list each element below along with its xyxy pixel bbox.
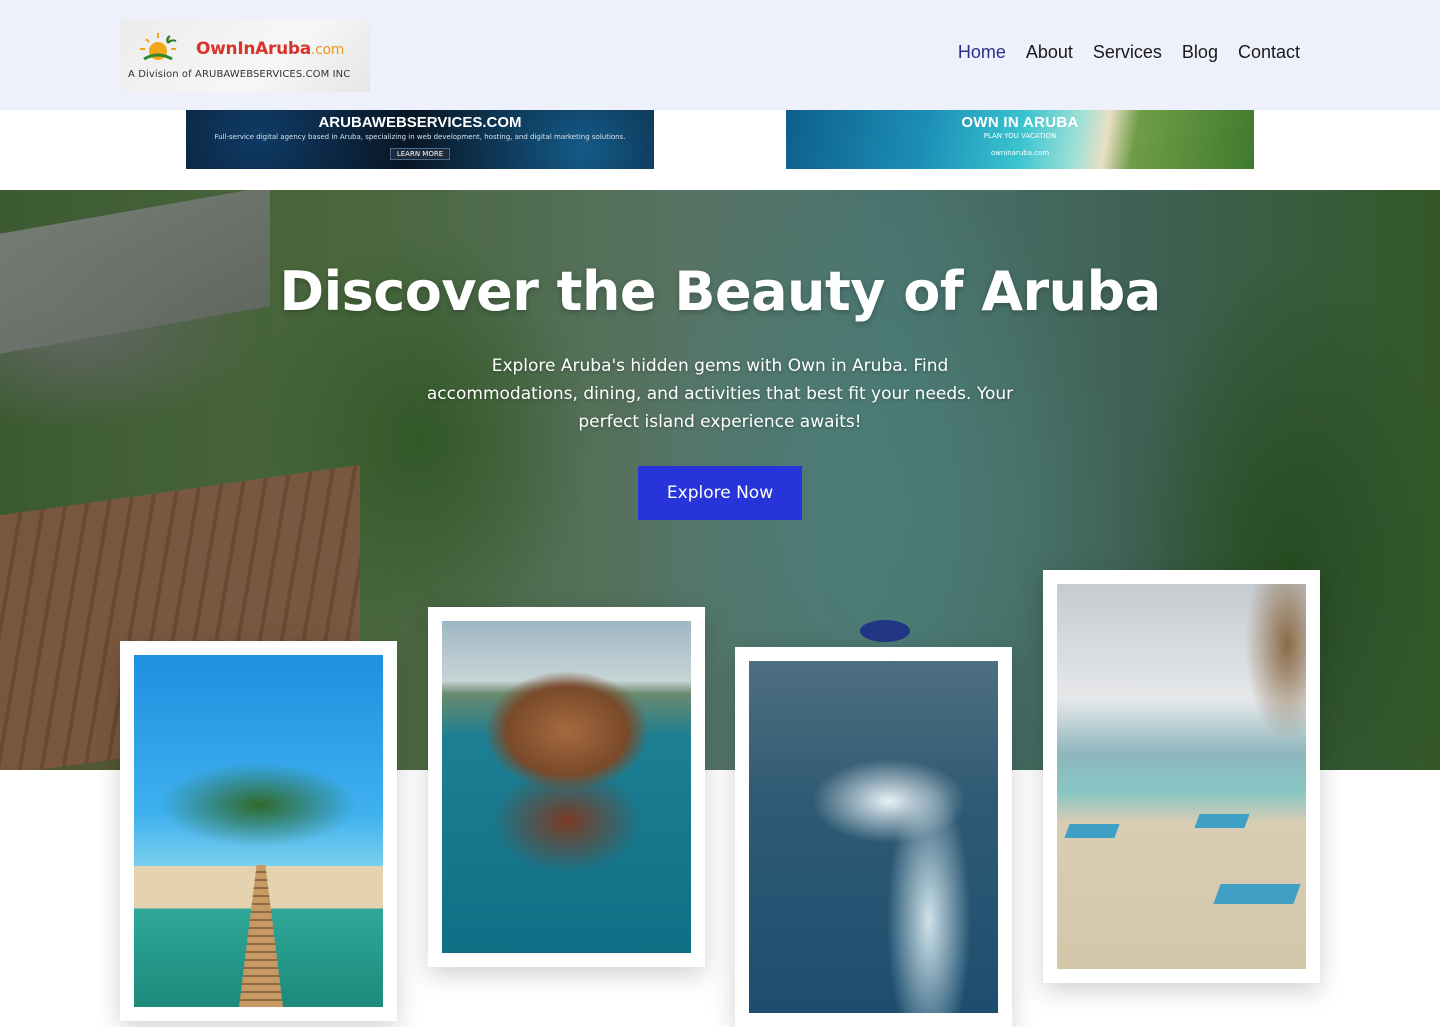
beach-chairs-photo [1057, 584, 1306, 969]
banner-right-title: OWN IN ARUBA [961, 114, 1079, 131]
overwater-villa-photo [442, 621, 691, 953]
beach-pier-photo [134, 655, 383, 1007]
beach-chair-shape [1194, 814, 1250, 828]
photo-card-overwater-villa[interactable] [428, 607, 705, 967]
logo-brand-text: OwnInAruba.com [196, 39, 345, 59]
banner-right-subtitle: PLAN YOU VACATION [983, 132, 1057, 140]
site-logo[interactable]: OwnInAruba.com A Division of ARUBAWEBSER… [120, 19, 370, 92]
photo-card-beach-pier[interactable] [120, 641, 397, 1021]
hero-title: Discover the Beauty of Aruba [279, 260, 1161, 323]
nav-about[interactable]: About [1026, 42, 1073, 63]
banner-right-url: owninaruba.com [990, 149, 1050, 157]
beach-chair-shape [1064, 824, 1120, 838]
photo-card-speedboat[interactable] [735, 647, 1012, 1027]
hero-bg-float [860, 620, 910, 642]
arubawebservices-banner[interactable]: ARUBAWEBSERVICES.COM Full-service digita… [186, 110, 654, 169]
nav-contact[interactable]: Contact [1238, 42, 1300, 63]
owninaruba-banner[interactable]: OWN IN ARUBA PLAN YOU VACATION owninarub… [786, 110, 1254, 169]
pier-shape [239, 865, 283, 1007]
nav-services[interactable]: Services [1093, 42, 1162, 63]
banner-learn-more-button[interactable]: LEARN MORE [389, 148, 451, 160]
banner-left-subtitle: Full-service digital agency based in Aru… [214, 133, 626, 141]
beach-chair-shape [1213, 884, 1301, 904]
logo-subtitle: A Division of ARUBAWEBSERVICES.COM INC [128, 69, 351, 80]
speedboat-photo [749, 661, 998, 1013]
ad-banner-row: ARUBAWEBSERVICES.COM Full-service digita… [0, 110, 1440, 190]
nav-blog[interactable]: Blog [1182, 42, 1218, 63]
banner-left-title: ARUBAWEBSERVICES.COM [318, 114, 522, 131]
hero-description: Explore Aruba's hidden gems with Own in … [426, 356, 1014, 432]
site-header: OwnInAruba.com A Division of ARUBAWEBSER… [0, 0, 1440, 110]
sun-palm-logo-icon [140, 33, 177, 61]
photo-card-beach-chairs[interactable] [1043, 570, 1320, 983]
main-nav: Home About Services Blog Contact [958, 42, 1300, 63]
nav-home[interactable]: Home [958, 42, 1006, 63]
explore-now-button[interactable]: Explore Now [638, 466, 802, 520]
